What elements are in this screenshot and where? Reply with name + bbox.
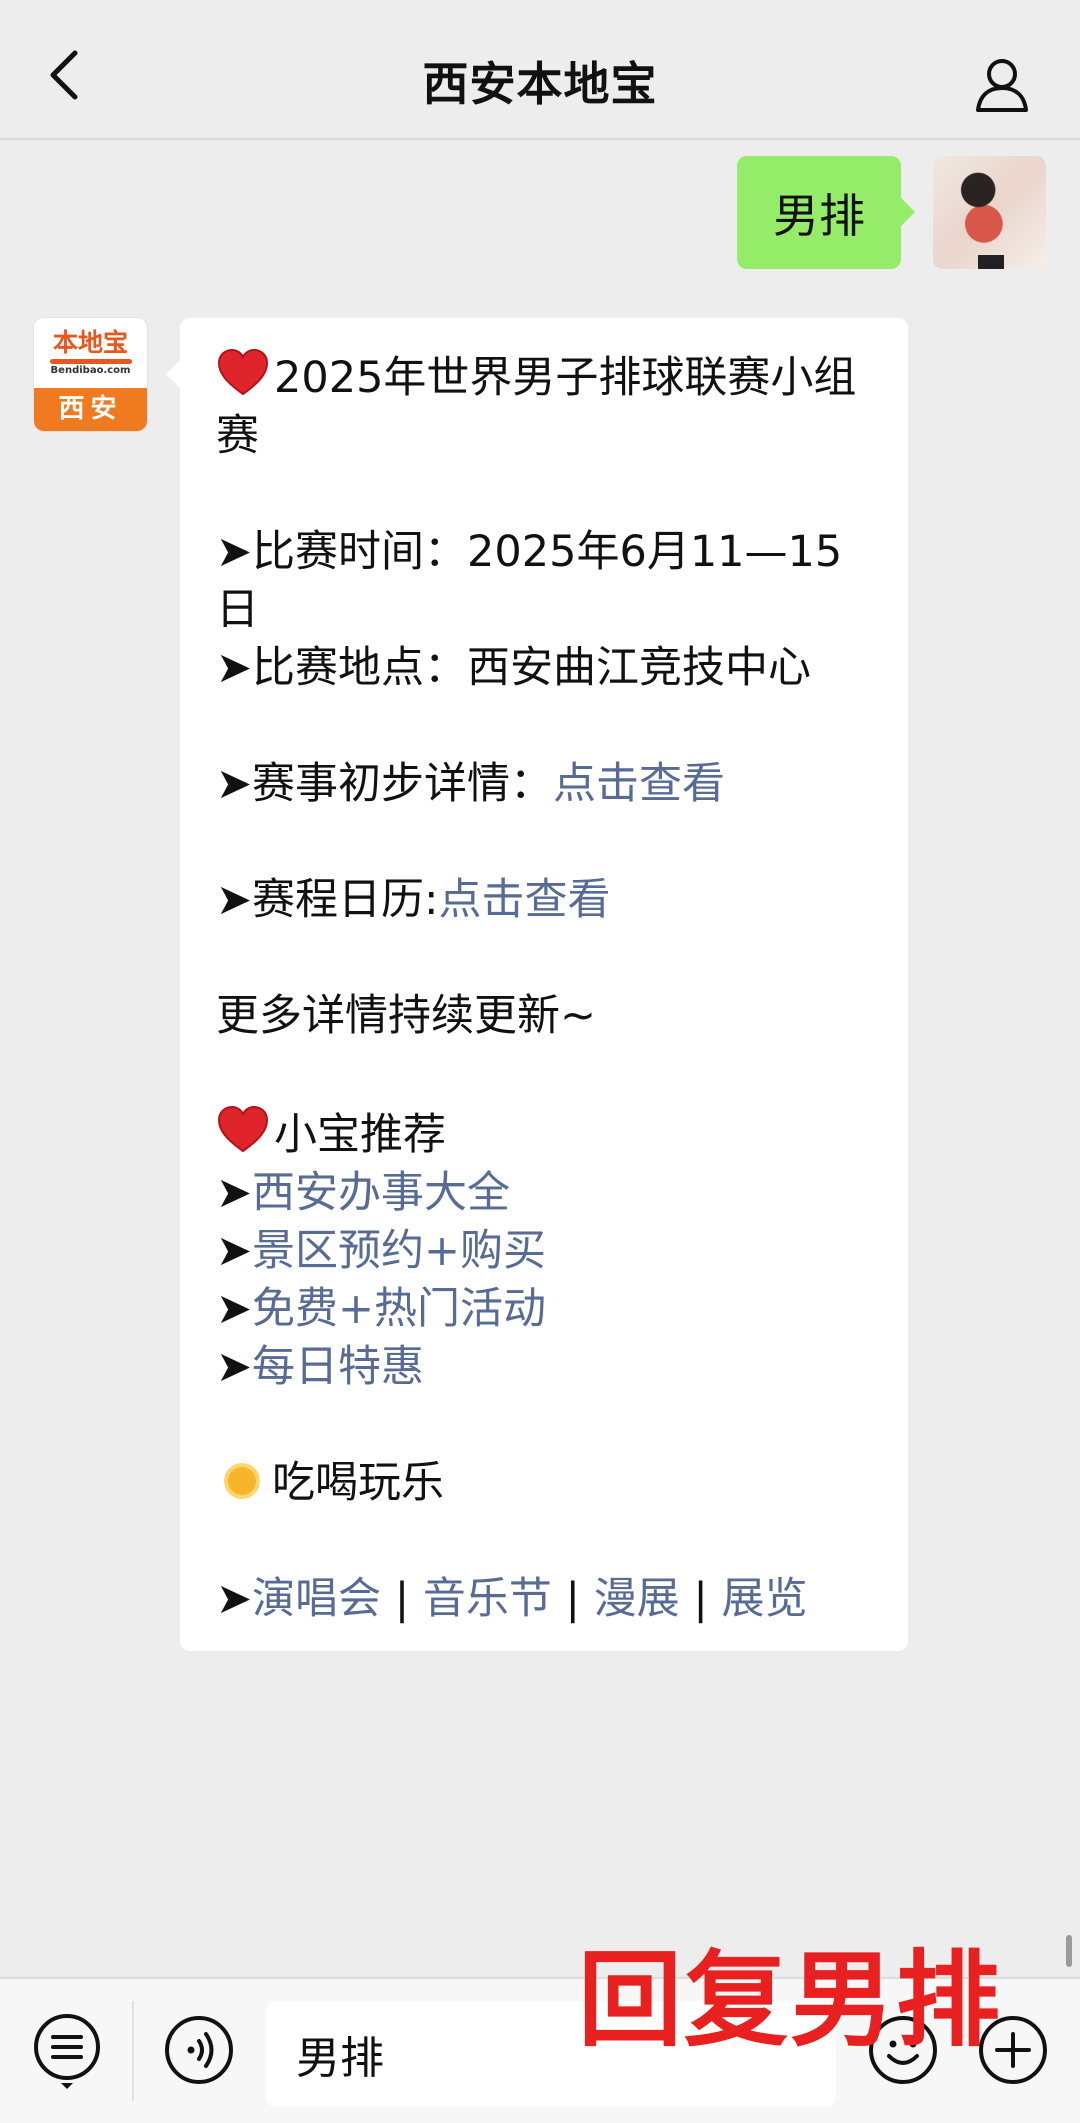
fun-links-line: ➤演唱会 | 音乐节 | 漫展 | 展览 (216, 1574, 808, 1624)
message-title-line: 2025年世界男子排球联赛小组赛 (216, 346, 878, 465)
match-time: ➤比赛时间：2025年6月11—15日 (216, 527, 843, 635)
recommend-title: 小宝推荐 (274, 1110, 446, 1160)
user-avatar[interactable] (933, 156, 1046, 269)
calendar-line: ➤赛程日历:点击查看 (216, 875, 611, 925)
music-festival-link[interactable]: 音乐节 (423, 1574, 552, 1624)
details-link[interactable]: 点击查看 (553, 759, 725, 809)
profile-button[interactable] (964, 46, 1040, 122)
comic-expo-link[interactable]: 漫展 (594, 1574, 680, 1624)
outgoing-message-row: 男排 (737, 156, 1046, 269)
person-icon (976, 59, 1028, 112)
exhibition-link[interactable]: 展览 (722, 1574, 808, 1624)
recommend-title-line: 小宝推荐 (216, 1103, 878, 1164)
voice-button[interactable] (160, 2011, 238, 2089)
chat-header: 西安本地宝 (0, 0, 1080, 140)
incoming-message-bubble: 2025年世界男子排球联赛小组赛 ➤比赛时间：2025年6月11—15日 ➤比赛… (166, 318, 908, 1651)
more-updates-text: 更多详情持续更新~ (216, 991, 597, 1041)
voice-icon (165, 2016, 233, 2084)
list-menu-icon (34, 2014, 100, 2089)
concert-link[interactable]: 演唱会 (252, 1574, 381, 1624)
sun-icon (216, 1455, 268, 1507)
rec-link-affairs[interactable]: 西安办事大全 (252, 1168, 510, 1218)
rec-item: ➤西安办事大全 (216, 1168, 511, 1218)
rec-link-deals[interactable]: 每日特惠 (252, 1342, 424, 1392)
reply-hint-overlay: 回复男排 (578, 1939, 1003, 2061)
brand-logo: 本地宝 Bendibao.com (34, 318, 147, 388)
rec-item: ➤免费+热门活动 (216, 1284, 547, 1334)
red-heart-icon (217, 348, 269, 396)
details-line: ➤赛事初步详情：点击查看 (216, 759, 726, 809)
scrollbar-thumb[interactable] (1066, 1935, 1072, 1967)
rec-link-scenic[interactable]: 景区预约+购买 (252, 1226, 546, 1276)
outgoing-message-text: 男排 (773, 188, 865, 243)
red-heart-icon (217, 1105, 269, 1153)
brand-city: 西安 (34, 388, 147, 431)
rec-item: ➤景区预约+购买 (216, 1226, 547, 1276)
brand-avatar[interactable]: 本地宝 Bendibao.com 西安 (34, 318, 147, 431)
chat-title: 西安本地宝 (422, 57, 658, 111)
message-title: 2025年世界男子排球联赛小组赛 (216, 353, 857, 461)
menu-button[interactable] (28, 2011, 106, 2089)
rec-item: ➤每日特惠 (216, 1342, 425, 1392)
fun-title-line: 吃喝玩乐 (216, 1454, 878, 1512)
calendar-link[interactable]: 点击查看 (439, 875, 611, 925)
fun-title: 吃喝玩乐 (272, 1458, 444, 1508)
outgoing-message-bubble[interactable]: 男排 (737, 156, 915, 269)
rec-link-activities[interactable]: 免费+热门活动 (252, 1284, 546, 1334)
match-venue: ➤比赛地点：西安曲江竞技中心 (216, 643, 812, 693)
bar-divider (132, 2001, 134, 2101)
